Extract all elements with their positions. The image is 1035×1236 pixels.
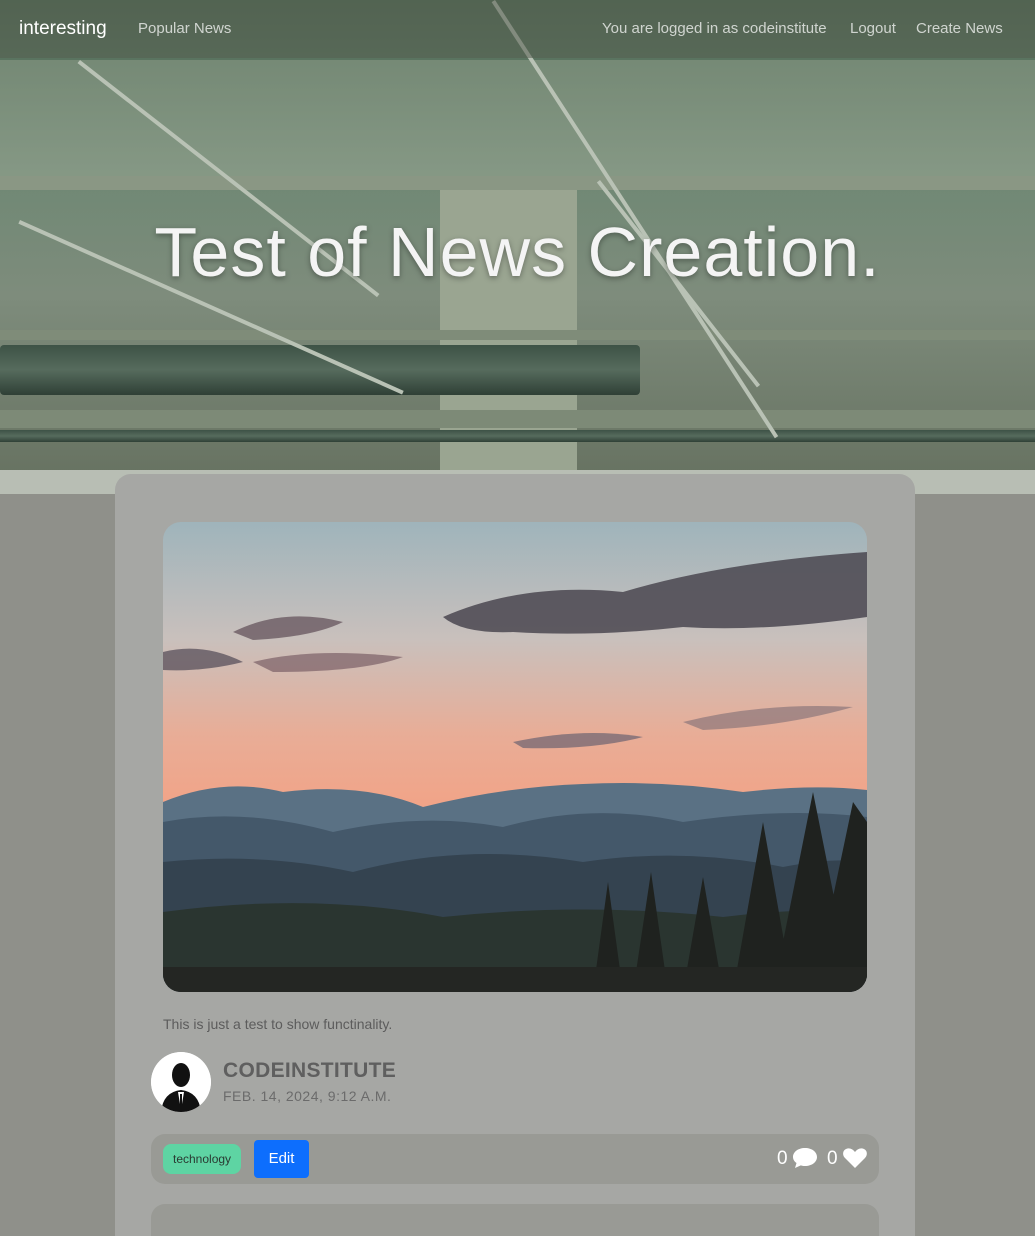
author-avatar: [151, 1052, 211, 1112]
nav-popular-news[interactable]: Popular News: [138, 20, 231, 37]
navbar: interesting Popular News You are logged …: [0, 0, 1035, 58]
like-count: 0: [827, 1148, 838, 1169]
edit-button[interactable]: Edit: [254, 1140, 309, 1178]
logged-in-status: You are logged in as codeinstitute: [602, 20, 827, 37]
post-excerpt: This is just a test to show functinality…: [163, 1016, 393, 1032]
comments-panel: [151, 1204, 879, 1236]
post-image: [163, 522, 867, 992]
comment-count: 0: [777, 1148, 788, 1169]
heart-icon[interactable]: [842, 1146, 868, 1175]
post-action-bar: technology Edit 0 0: [151, 1134, 879, 1184]
nav-create-news[interactable]: Create News: [916, 20, 1003, 37]
hero-banner: Test of News Creation.: [0, 0, 1035, 494]
category-tag[interactable]: technology: [163, 1144, 242, 1174]
page-title: Test of News Creation.: [154, 213, 881, 291]
comment-icon[interactable]: [791, 1146, 819, 1175]
brand-link[interactable]: interesting: [19, 18, 107, 40]
post-date: FEB. 14, 2024, 9:12 A.M.: [223, 1088, 392, 1104]
author-name[interactable]: CODEINSTITUTE: [223, 1059, 396, 1083]
post-card: This is just a test to show functinality…: [115, 474, 915, 1236]
nav-logout[interactable]: Logout: [850, 20, 896, 37]
